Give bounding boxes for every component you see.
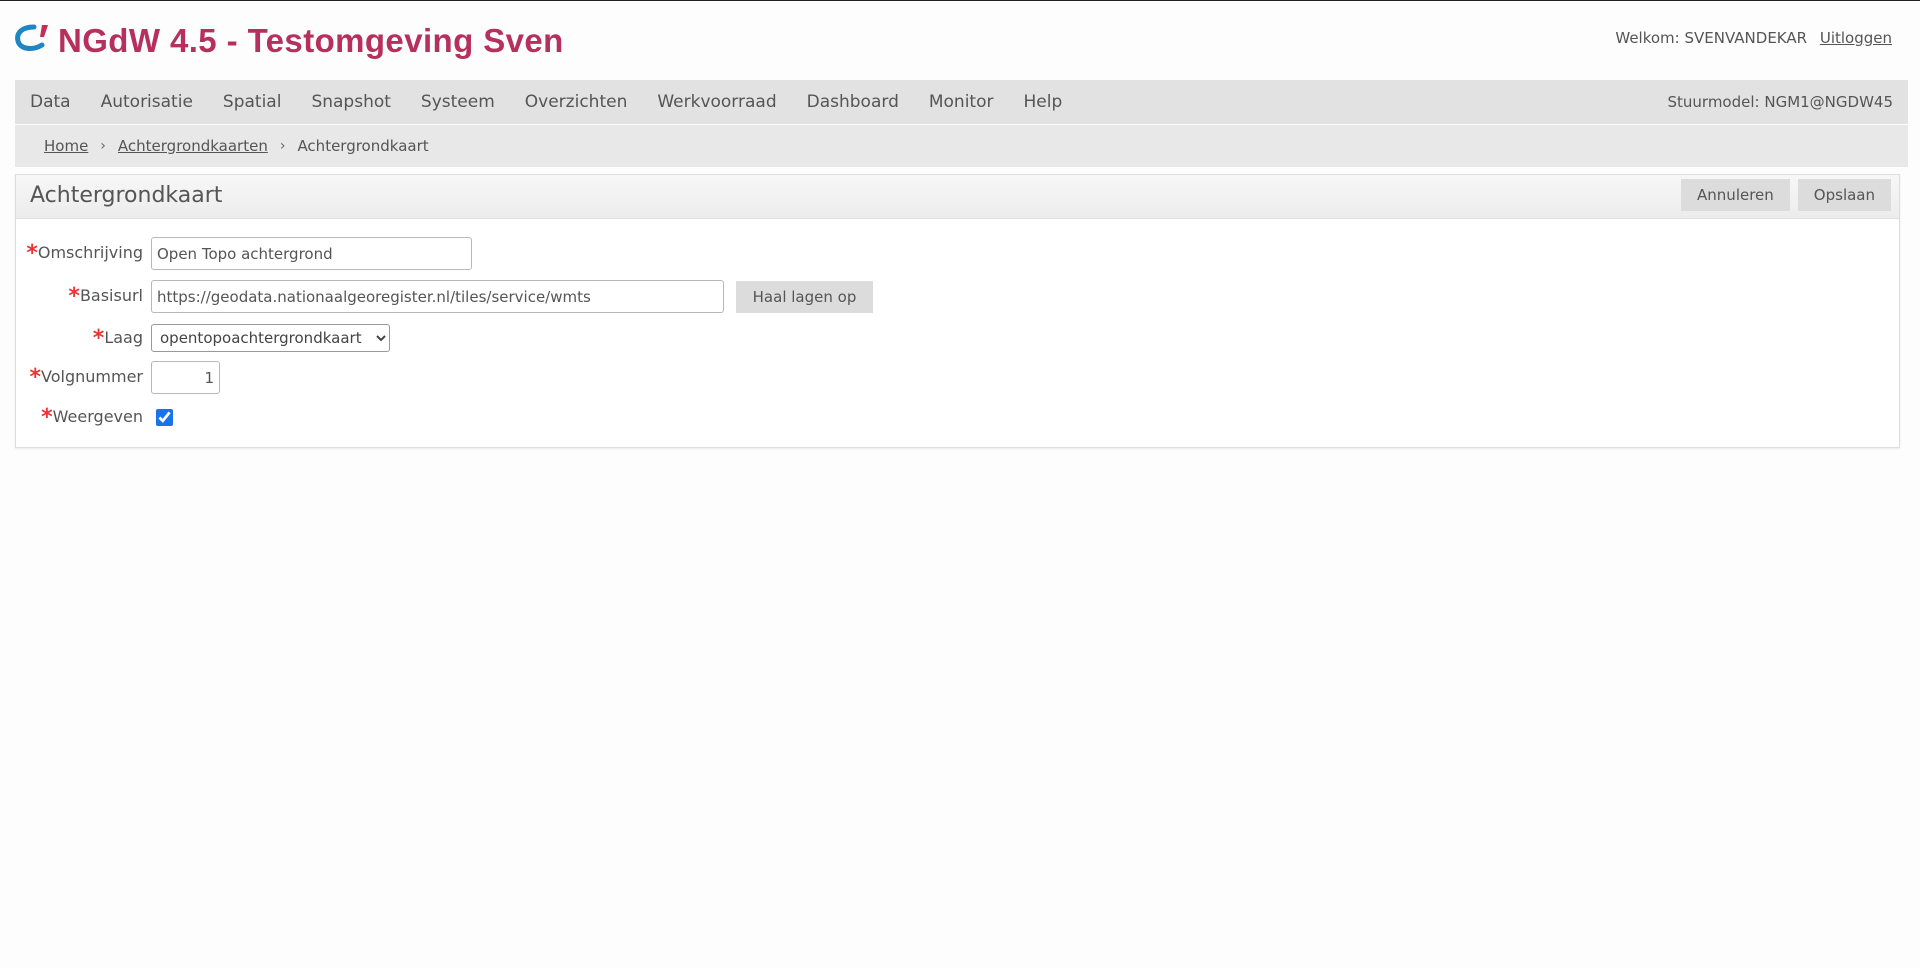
nav-item-data[interactable]: Data bbox=[15, 80, 86, 124]
nav-item-systeem[interactable]: Systeem bbox=[406, 80, 510, 124]
nav-item-help[interactable]: Help bbox=[1008, 80, 1077, 124]
nav-menu: Data Autorisatie Spatial Snapshot Systee… bbox=[15, 80, 1908, 124]
weergeven-label: *Weergeven bbox=[41, 405, 143, 430]
app-header: NGdW 4.5 - Testomgeving Sven Welkom: SVE… bbox=[0, 1, 1920, 79]
required-marker: * bbox=[26, 241, 38, 266]
nav-item-monitor[interactable]: Monitor bbox=[914, 80, 1009, 124]
form-row-volgnummer: *Volgnummer bbox=[16, 361, 220, 394]
breadcrumb-home-link[interactable]: Home bbox=[44, 137, 88, 155]
username: SVENVANDEKAR bbox=[1684, 29, 1808, 47]
achtergrondkaart-panel: Achtergrondkaart Annuleren Opslaan *Omsc… bbox=[15, 174, 1900, 448]
chevron-right-icon: › bbox=[279, 138, 286, 154]
form-row-laag: *Laag opentopoachtergrondkaart bbox=[16, 324, 390, 352]
basisurl-input[interactable] bbox=[151, 280, 724, 313]
ngdw-logo-icon bbox=[15, 24, 48, 51]
panel-title: Achtergrondkaart bbox=[30, 183, 223, 208]
save-button[interactable]: Opslaan bbox=[1797, 179, 1891, 211]
panel-header: Achtergrondkaart Annuleren Opslaan bbox=[16, 175, 1899, 219]
volgnummer-label: *Volgnummer bbox=[29, 365, 143, 390]
panel-actions: Annuleren Opslaan bbox=[1681, 179, 1891, 211]
required-marker: * bbox=[92, 325, 105, 351]
form-row-omschrijving: *Omschrijving bbox=[16, 237, 472, 270]
nav-item-spatial[interactable]: Spatial bbox=[208, 80, 297, 124]
nav-item-overzichten[interactable]: Overzichten bbox=[510, 80, 643, 124]
weergeven-checkbox[interactable] bbox=[156, 409, 173, 426]
main-navbar: Data Autorisatie Spatial Snapshot Systee… bbox=[15, 80, 1908, 124]
omschrijving-label: *Omschrijving bbox=[26, 241, 143, 266]
breadcrumb: Home › Achtergrondkaarten › Achtergrondk… bbox=[15, 125, 1908, 167]
nav-item-werkvoorraad[interactable]: Werkvoorraad bbox=[642, 80, 791, 124]
omschrijving-input[interactable] bbox=[151, 237, 472, 270]
welcome-label: Welkom: bbox=[1615, 29, 1680, 47]
app-title: NGdW 4.5 - Testomgeving Sven bbox=[58, 22, 564, 59]
nav-item-autorisatie[interactable]: Autorisatie bbox=[86, 80, 208, 124]
basisurl-label: *Basisurl bbox=[68, 284, 143, 309]
haal-lagen-op-button[interactable]: Haal lagen op bbox=[736, 280, 873, 313]
nav-item-dashboard[interactable]: Dashboard bbox=[792, 80, 914, 124]
user-area: Welkom: SVENVANDEKAR Uitloggen bbox=[1615, 29, 1892, 47]
laag-label: *Laag bbox=[92, 325, 143, 351]
required-marker: * bbox=[29, 365, 42, 390]
volgnummer-input[interactable] bbox=[151, 361, 220, 394]
cancel-button[interactable]: Annuleren bbox=[1681, 179, 1790, 211]
laag-select[interactable]: opentopoachtergrondkaart bbox=[151, 324, 390, 352]
nav-item-snapshot[interactable]: Snapshot bbox=[296, 80, 405, 124]
required-marker: * bbox=[68, 284, 80, 309]
stuurmodel-label: Stuurmodel: NGM1@NGDW45 bbox=[1667, 93, 1894, 111]
breadcrumb-current: Achtergrondkaart bbox=[297, 137, 429, 155]
form-row-weergeven: *Weergeven bbox=[16, 405, 173, 430]
logout-link[interactable]: Uitloggen bbox=[1820, 29, 1892, 47]
breadcrumb-achtergrondkaarten-link[interactable]: Achtergrondkaarten bbox=[118, 137, 268, 155]
chevron-right-icon: › bbox=[100, 138, 106, 154]
required-marker: * bbox=[41, 405, 53, 430]
form-row-basisurl: *Basisurl Haal lagen op bbox=[16, 280, 873, 313]
